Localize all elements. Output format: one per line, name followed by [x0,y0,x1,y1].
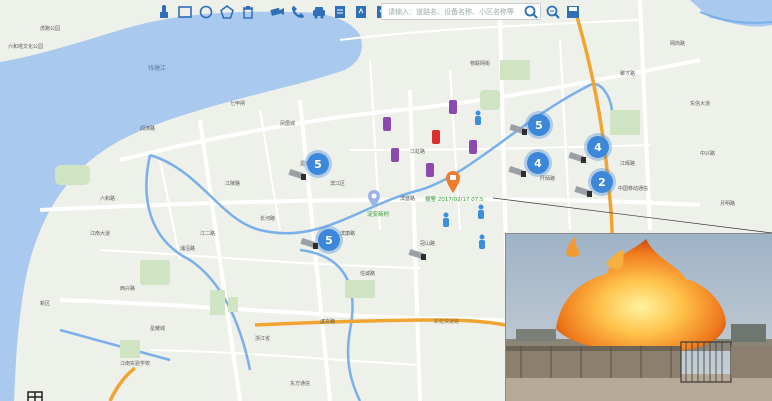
map-label: 江南大道 [90,231,111,237]
map-label: 聚才路 [620,71,636,77]
surveillance-camera-icon[interactable] [574,184,596,198]
trash-icon[interactable] [239,3,257,21]
map-label: 星耀城 [150,326,166,332]
map-label: 东信大道 [690,101,711,107]
phone-device-icon[interactable] [469,140,477,154]
map-label: 江南实验学校 [120,361,151,367]
map-label: 江陵路 [225,181,241,187]
person-icon[interactable] [476,204,486,220]
map-label: 六和路 [100,196,116,202]
search-box[interactable] [381,3,541,20]
map-label: 冠山路 [420,241,436,247]
map-label: 物联网街 [470,61,491,67]
map-label: 浦沿路 [180,246,196,252]
river-label: 钱塘江 [148,65,167,72]
search-icon[interactable] [522,3,540,21]
map-label: 西兴路 [120,286,136,292]
circle-icon[interactable] [197,3,215,21]
person-icon[interactable] [477,234,487,250]
phone-device-icon[interactable] [449,100,457,114]
cluster-marker[interactable]: 4 [587,136,609,158]
map-label: 凤凰城 [280,121,296,127]
cluster-marker[interactable]: 4 [527,152,549,174]
map-label: 彩虹快速路 [434,319,460,325]
map-label: 新区 [40,301,51,307]
map-label: 江虹路 [410,149,426,155]
map-label: 浙江省 [255,336,271,342]
car-icon[interactable] [310,3,328,21]
map-label: 江二路 [200,231,216,237]
export-icon[interactable] [352,3,370,21]
map-label: 滨文路 [320,319,336,325]
surveillance-camera-icon[interactable] [568,150,590,164]
map-label: 七甲闸 [230,101,246,107]
phone-device-icon[interactable] [426,163,434,177]
fire-scene-image [506,234,772,401]
cluster-marker[interactable]: 5 [307,153,329,175]
rectangle-icon[interactable] [176,3,194,21]
map-label: 东方通信 [290,381,311,387]
search-actions [522,3,562,21]
map-label: 滨康路 [340,231,356,237]
map-label: 阡陌路 [540,176,556,182]
alarm-pin-icon[interactable] [446,171,460,193]
location-label: 淀安新村 [367,212,390,218]
person-icon[interactable] [441,212,451,228]
report-icon[interactable] [331,3,349,21]
map-label: 滨江区 [330,181,346,187]
alarm-photo[interactable] [505,233,772,401]
map-label: 闻涛路 [140,126,156,132]
map-canvas[interactable]: 六和塔文化公园 钱塘江 虎跑公园 七甲闸 凤凰城 星光大道 江陵路 滨江区 闻涛… [0,0,772,401]
location-pin-icon[interactable] [368,190,380,208]
map-label: 长河路 [260,216,276,222]
phone-device-icon[interactable] [383,117,391,131]
surveillance-camera-icon[interactable] [508,164,530,178]
map-label: 网商路 [670,41,686,47]
surveillance-camera-icon[interactable] [408,247,430,261]
search-input[interactable] [386,6,536,17]
surveillance-camera-icon[interactable] [288,167,310,181]
phone-device-icon[interactable] [391,148,399,162]
phone-alert-icon[interactable] [432,130,440,144]
map-label: 江晖路 [620,161,636,167]
surveillance-camera-icon[interactable] [300,236,322,250]
logo-glyph-icon [26,388,44,401]
save-icon[interactable] [564,3,582,21]
map-toolbar [155,2,412,22]
map-label: 中兴路 [700,151,716,157]
cluster-marker[interactable]: 5 [528,114,550,136]
alarm-label: 报警 2017/02/17 07:5 [425,197,484,203]
polygon-icon[interactable] [218,3,236,21]
person-icon[interactable] [473,110,483,126]
camera-icon[interactable] [268,3,286,21]
map-label: 信诚路 [360,271,376,277]
map-label: 滨盛路 [400,196,416,202]
map-label: 六和塔文化公园 [8,44,44,50]
surveillance-camera-icon[interactable] [509,122,531,136]
map-label: 虎跑公园 [40,26,61,32]
pan-icon[interactable] [155,3,173,21]
phone-icon[interactable] [289,3,307,21]
magnify-icon[interactable] [544,3,562,21]
map-label: 月明路 [720,201,736,207]
map-label: 中国移动通信 [618,186,649,192]
